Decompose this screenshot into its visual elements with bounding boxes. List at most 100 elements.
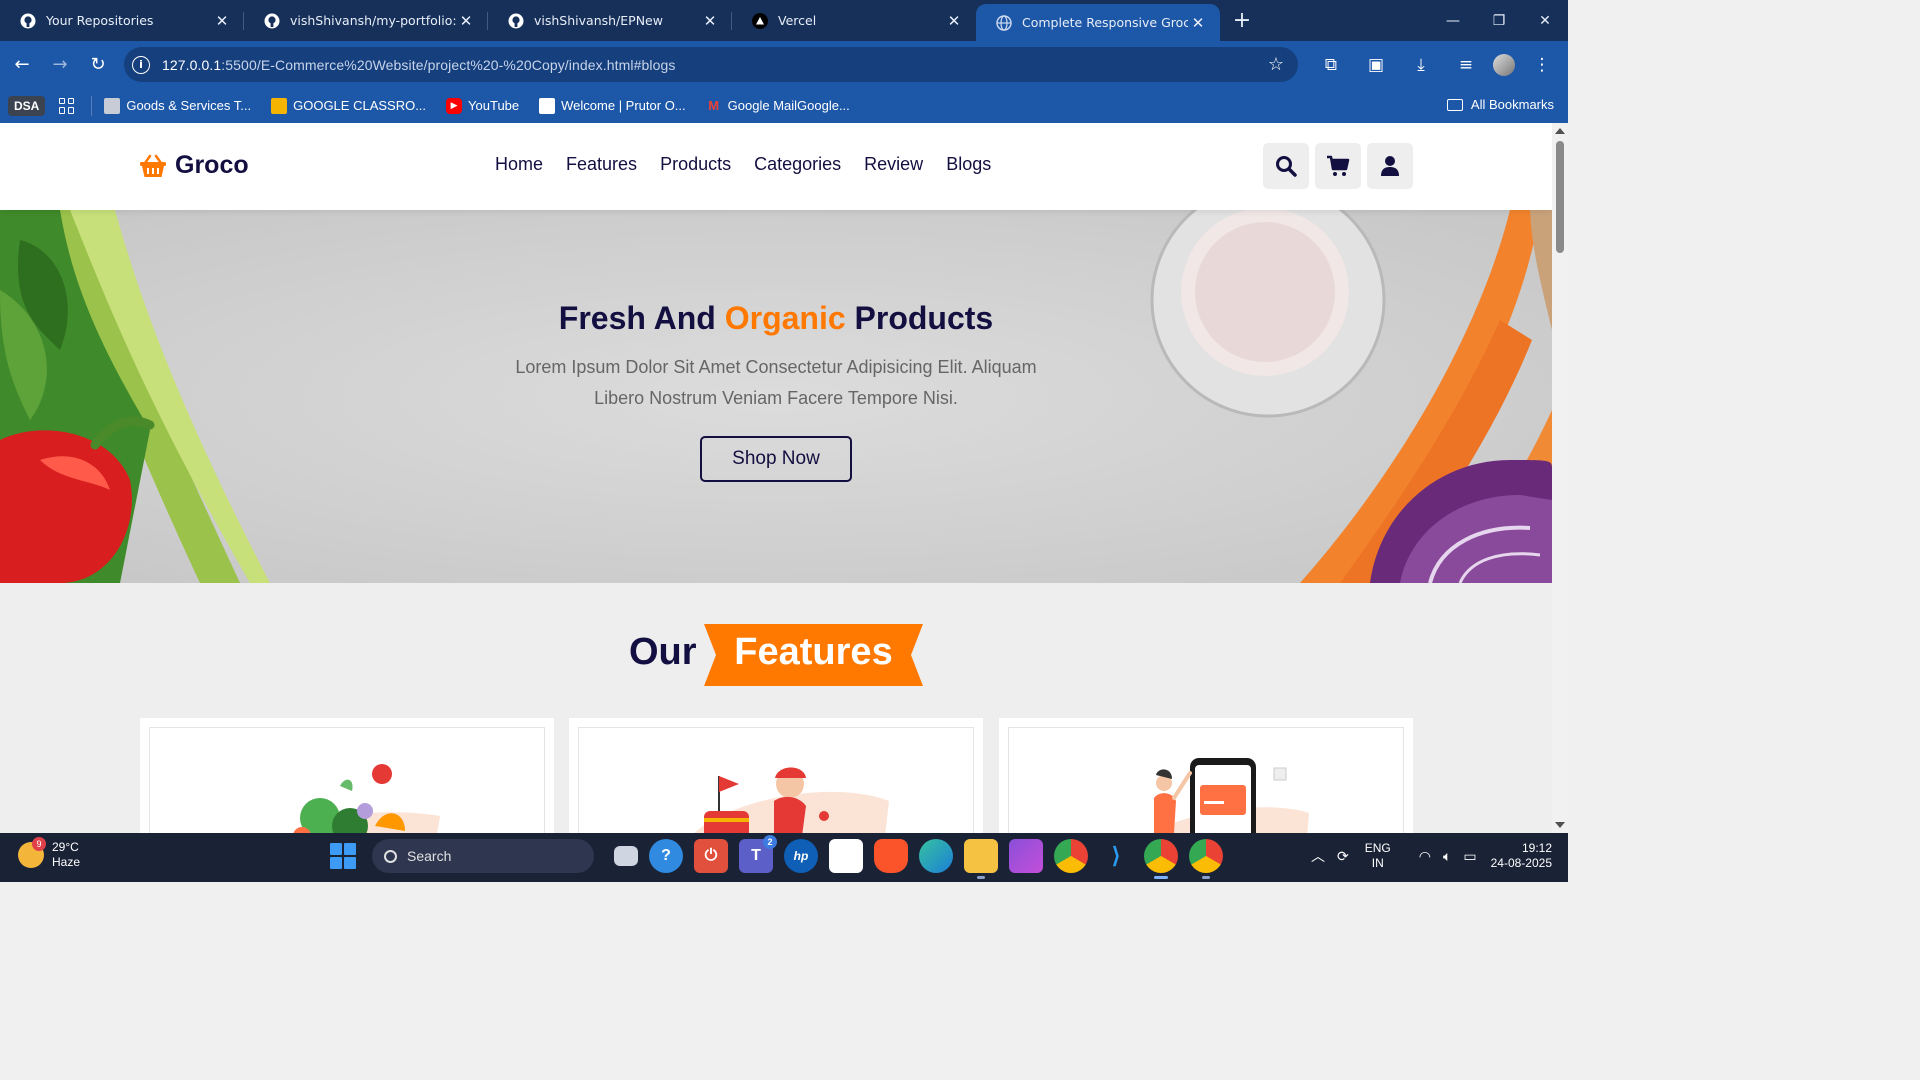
cart-button[interactable] bbox=[1315, 143, 1361, 189]
tab-my-portfolio[interactable]: vishShivansh/my-portfolio: A m ✕ bbox=[244, 0, 488, 41]
bookmark-prutor[interactable]: Welcome | Prutor O... bbox=[539, 97, 686, 114]
hp-icon[interactable]: hp bbox=[784, 839, 818, 873]
fresh-vegetables-illustration bbox=[293, 764, 440, 833]
close-tab-icon[interactable]: ✕ bbox=[1188, 13, 1208, 33]
weather-temperature: 29°C bbox=[52, 840, 79, 854]
chrome-icon[interactable] bbox=[1054, 839, 1088, 873]
header-buttons bbox=[1263, 143, 1419, 189]
address-bar[interactable]: i 127.0.0.1:5500/E-Commerce%20Website/pr… bbox=[124, 47, 1298, 82]
user-button[interactable] bbox=[1367, 143, 1413, 189]
close-tab-icon[interactable]: ✕ bbox=[700, 11, 720, 31]
site-logo[interactable]: Groco bbox=[139, 151, 249, 180]
taskbar-apps: Search ? ⏻ T2 hp ⟩ bbox=[330, 835, 1234, 879]
web-page: Groco Home Features Products Categories … bbox=[0, 123, 1552, 833]
nav-blogs[interactable]: Blogs bbox=[946, 154, 991, 175]
power-app-icon[interactable]: ⏻ bbox=[694, 839, 728, 873]
brave-icon[interactable] bbox=[874, 839, 908, 873]
hero-description: Lorem Ipsum Dolor Sit Amet Consectetur A… bbox=[515, 357, 1037, 408]
language-indicator[interactable]: ENG IN bbox=[1365, 841, 1391, 871]
nav-features[interactable]: Features bbox=[566, 154, 637, 175]
close-tab-icon[interactable]: ✕ bbox=[456, 11, 476, 31]
profile-avatar[interactable] bbox=[1493, 53, 1515, 76]
nav-products[interactable]: Products bbox=[660, 154, 731, 175]
browser-toolbar: ← → ↻ i 127.0.0.1:5500/E-Commerce%20Webs… bbox=[0, 41, 1568, 88]
feature-card-payment bbox=[999, 718, 1413, 833]
extensions-icon[interactable]: ⧉ bbox=[1313, 47, 1349, 83]
clipchamp-icon[interactable] bbox=[1009, 839, 1043, 873]
scrollbar-thumb[interactable] bbox=[1556, 141, 1564, 253]
store-icon[interactable] bbox=[829, 839, 863, 873]
scroll-down-icon[interactable] bbox=[1555, 822, 1565, 828]
battery-icon[interactable]: ▭ bbox=[1463, 848, 1476, 865]
forward-icon[interactable]: → bbox=[42, 47, 78, 83]
vscode-icon[interactable]: ⟩ bbox=[1099, 839, 1133, 873]
vercel-icon bbox=[752, 12, 768, 29]
search-button[interactable] bbox=[1263, 143, 1309, 189]
bookmark-classroom[interactable]: GOOGLE CLASSRO... bbox=[271, 97, 426, 114]
restore-icon[interactable]: ❐ bbox=[1476, 0, 1522, 41]
site-info-icon[interactable]: i bbox=[132, 55, 150, 74]
hero-banner: Fresh And Organic Products Lorem Ipsum D… bbox=[0, 210, 1552, 583]
wifi-icon[interactable]: ◠ bbox=[1419, 848, 1431, 865]
classroom-icon bbox=[271, 97, 288, 114]
bookmark-star-icon[interactable]: ☆ bbox=[1268, 54, 1284, 75]
cart-icon bbox=[1327, 155, 1350, 176]
sync-icon[interactable]: ⟳ bbox=[1337, 848, 1349, 865]
back-icon[interactable]: ← bbox=[4, 47, 40, 83]
reading-mode-icon[interactable]: ▣ bbox=[1358, 47, 1394, 83]
task-view-icon[interactable] bbox=[614, 846, 638, 866]
media-control-icon[interactable]: ≡ bbox=[1448, 47, 1484, 83]
reload-icon[interactable]: ↻ bbox=[80, 47, 116, 83]
bookmark-dsa[interactable]: DSA bbox=[8, 95, 46, 116]
close-tab-icon[interactable]: ✕ bbox=[944, 11, 964, 31]
menu-icon[interactable]: ⋮ bbox=[1524, 47, 1560, 83]
feature-card-fresh bbox=[140, 718, 554, 833]
tab-vercel[interactable]: Vercel ✕ bbox=[732, 0, 976, 41]
edge-icon[interactable] bbox=[919, 839, 953, 873]
help-icon[interactable]: ? bbox=[649, 839, 683, 873]
volume-icon[interactable]: 🔈︎ bbox=[1443, 848, 1451, 865]
tab-epnew[interactable]: vishShivansh/EPNew ✕ bbox=[488, 0, 732, 41]
weather-widget[interactable]: 9 29°C Haze bbox=[18, 837, 81, 870]
weather-icon: 9 bbox=[18, 837, 46, 868]
close-tab-icon[interactable]: ✕ bbox=[212, 11, 232, 31]
bookmark-gmail[interactable]: M Google MailGoogle... bbox=[706, 98, 850, 114]
teams-icon[interactable]: T2 bbox=[739, 835, 777, 873]
url-text[interactable]: 127.0.0.1:5500/E-Commerce%20Website/proj… bbox=[162, 57, 675, 73]
heading-accent-text: Features bbox=[734, 631, 893, 673]
close-window-icon[interactable]: ✕ bbox=[1522, 0, 1568, 41]
chrome-profile-icon[interactable] bbox=[1144, 839, 1178, 879]
apps-grid-icon[interactable] bbox=[59, 97, 75, 114]
minimize-icon[interactable]: — bbox=[1430, 0, 1476, 41]
clock[interactable]: 19:12 24-08-2025 bbox=[1491, 841, 1552, 871]
bookmark-gst[interactable]: Goods & Services T... bbox=[104, 97, 251, 114]
weather-badge: 9 bbox=[32, 837, 46, 851]
all-bookmarks[interactable]: All Bookmarks bbox=[1446, 97, 1554, 112]
tab-grocery-active[interactable]: Complete Responsive Grocery W ✕ bbox=[976, 4, 1220, 41]
page-scrollbar[interactable] bbox=[1552, 123, 1568, 833]
search-icon bbox=[1276, 156, 1297, 177]
scroll-up-icon[interactable] bbox=[1555, 128, 1565, 134]
site-header: Groco Home Features Products Categories … bbox=[0, 123, 1552, 210]
bookmarks-bar: DSA Goods & Services T... GOOGLE CLASSRO… bbox=[0, 88, 1568, 123]
basket-icon bbox=[140, 154, 166, 177]
feature-card-delivery bbox=[569, 718, 983, 833]
teams-badge: 2 bbox=[763, 835, 777, 849]
tab-your-repositories[interactable]: Your Repositories ✕ bbox=[0, 0, 244, 41]
toolbar-icons: ⧉ ▣ ⤓ ≡ ⋮ bbox=[1304, 41, 1560, 88]
chrome-alt-icon[interactable] bbox=[1189, 839, 1223, 879]
download-icon[interactable]: ⤓ bbox=[1403, 47, 1439, 83]
file-explorer-icon[interactable] bbox=[964, 839, 998, 879]
nav-home[interactable]: Home bbox=[495, 154, 543, 175]
weather-condition: Haze bbox=[52, 855, 81, 869]
tab-strip: Your Repositories ✕ vishShivansh/my-port… bbox=[0, 0, 1568, 41]
new-tab-button[interactable]: + bbox=[1224, 2, 1260, 38]
taskbar-search[interactable]: Search bbox=[372, 839, 594, 873]
bookmark-youtube[interactable]: ▶ YouTube bbox=[446, 97, 519, 114]
windows-start-icon[interactable] bbox=[330, 843, 356, 869]
nav-categories[interactable]: Categories bbox=[754, 154, 841, 175]
nav-review[interactable]: Review bbox=[864, 154, 923, 175]
tab-title: Vercel bbox=[778, 13, 817, 28]
chevron-up-icon[interactable]: ︿ bbox=[1311, 846, 1325, 866]
shop-now-button[interactable]: Shop Now bbox=[700, 436, 852, 482]
